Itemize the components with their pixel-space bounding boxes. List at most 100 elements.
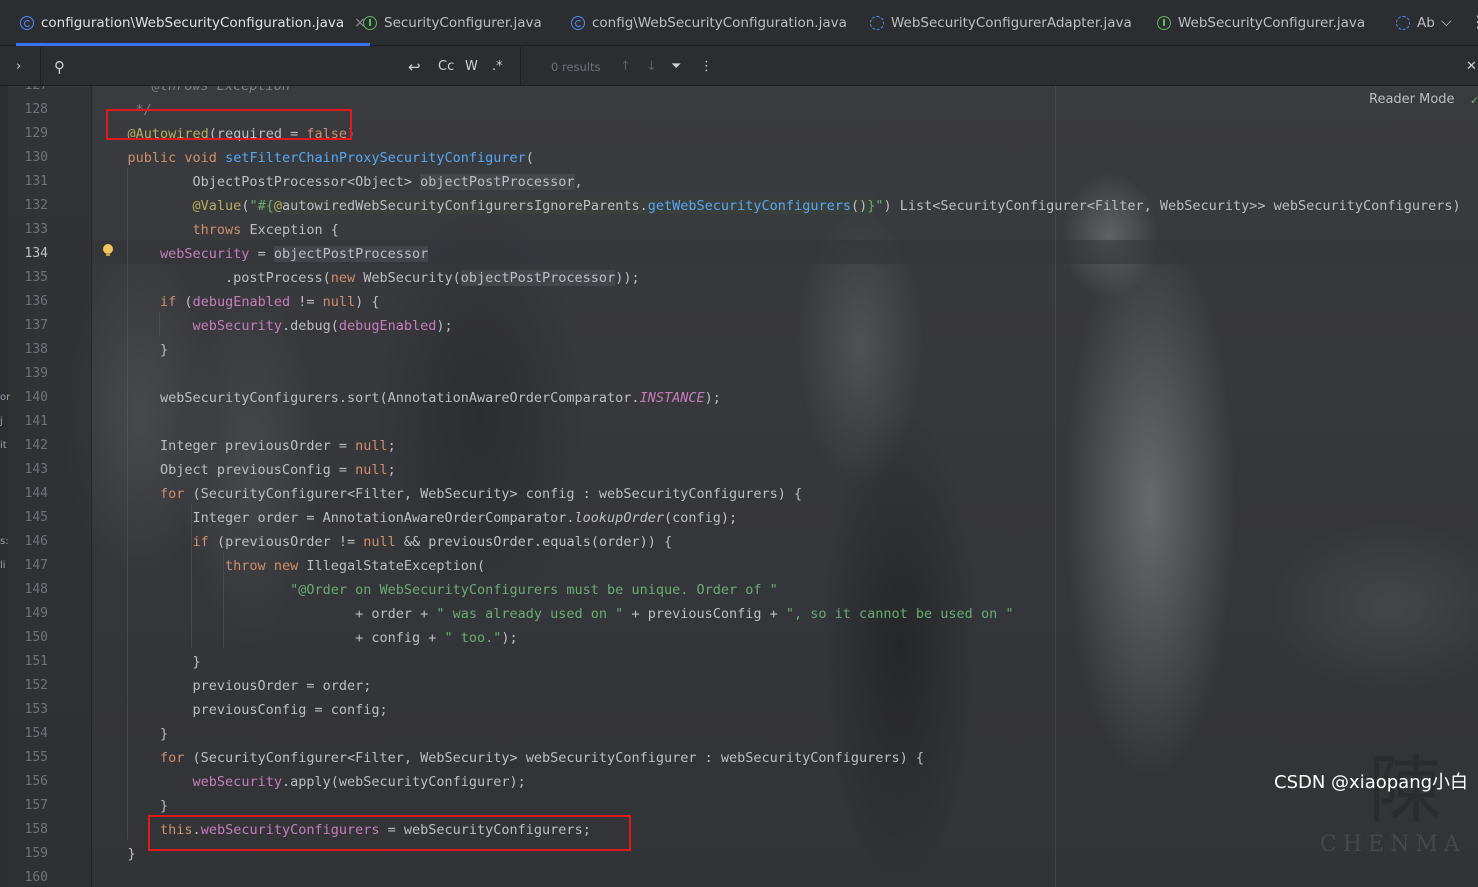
code-line-148: "@Order on WebSecurityConfigurers must b…	[290, 582, 778, 598]
line-number: 135	[24, 270, 48, 285]
next-occurrence-icon[interactable]: ↓	[646, 47, 657, 86]
code-line-145: Integer order = AnnotationAwareOrderComp…	[95, 510, 738, 526]
line-number: 147	[24, 558, 48, 573]
line-number: 136	[24, 294, 48, 309]
code-line-131: ObjectPostProcessor<Object> objectPostPr…	[95, 174, 583, 190]
class-icon	[20, 16, 34, 30]
divider	[40, 47, 41, 86]
line-number: 139	[24, 366, 48, 381]
expand-chevron-icon[interactable]: ›	[16, 47, 21, 86]
line-number: 130	[24, 150, 48, 165]
line-number: 149	[24, 606, 48, 621]
filter-icon[interactable]: ⏷	[671, 47, 681, 86]
tab-overflow-partial[interactable]: Ab	[1396, 0, 1435, 46]
regex-toggle[interactable]: .*	[492, 47, 503, 86]
code-line-136: if (debugEnabled != null) {	[160, 294, 380, 310]
line-number: 128	[24, 102, 48, 117]
line-number: 129	[24, 126, 48, 141]
line-number: 154	[24, 726, 48, 741]
match-case-toggle[interactable]: Cc	[438, 47, 454, 86]
line-number: 152	[24, 678, 48, 693]
code-line-143: Object previousConfig = null;	[95, 462, 396, 478]
line-number: 133	[24, 222, 48, 237]
code-editor[interactable]: or j it s: li Reader Mode ✓ 127128129130…	[0, 86, 1478, 887]
line-number: 153	[24, 702, 48, 717]
line-number: 157	[24, 798, 48, 813]
tab-label: WebSecurityConfigurerAdapter.java	[891, 15, 1132, 31]
tab-websecurityconfigurer[interactable]: WebSecurityConfigurer.java	[1157, 0, 1365, 46]
tab-websecurityconfigureradapter[interactable]: WebSecurityConfigurerAdapter.java	[870, 0, 1132, 46]
line-number: 143	[24, 462, 48, 477]
more-icon[interactable]: ⋮	[1470, 12, 1478, 31]
code-line-137: webSecurity.debug(debugEnabled);	[192, 318, 453, 334]
code-line-150: + config + " too.");	[95, 630, 518, 646]
line-number: 160	[24, 870, 48, 885]
clipped-text: li	[0, 560, 6, 571]
class-icon	[571, 16, 585, 30]
line-number: 142	[24, 438, 48, 453]
code-line-152: previousOrder = order;	[95, 678, 372, 694]
line-number: 150	[24, 630, 48, 645]
clipped-text: it	[0, 440, 7, 451]
reader-mode-button[interactable]: Reader Mode	[1369, 92, 1455, 107]
words-toggle[interactable]: W	[465, 47, 478, 86]
line-number: 148	[24, 582, 48, 597]
line-number: 140	[24, 390, 48, 405]
code-line-127: * @throws Exception	[95, 86, 291, 94]
previous-occurrence-icon[interactable]: ↑	[620, 47, 631, 86]
code-line-144: for (SecurityConfigurer<Filter, WebSecur…	[160, 486, 803, 502]
line-number: 141	[24, 414, 48, 429]
highlight-box-assignment	[148, 815, 631, 851]
highlight-box-autowired	[106, 109, 352, 140]
tab-config-websecurityconfiguration[interactable]: config\WebSecurityConfiguration.java	[571, 0, 847, 46]
abstract-class-icon	[1396, 16, 1410, 30]
code-line-146: if (previousOrder != null && previousOrd…	[192, 534, 673, 550]
abstract-class-icon	[870, 16, 884, 30]
tab-label: WebSecurityConfigurer.java	[1178, 15, 1366, 31]
code-line-151: }	[95, 654, 201, 670]
line-number: 134	[24, 246, 48, 261]
code-line-153: previousConfig = config;	[95, 702, 388, 718]
line-number: 146	[24, 534, 48, 549]
close-icon[interactable]: ✕	[1466, 47, 1477, 86]
left-tool-strip	[0, 86, 8, 887]
tab-label: config\WebSecurityConfiguration.java	[592, 15, 847, 31]
tab-securityconfigurer[interactable]: SecurityConfigurer.java	[363, 0, 542, 46]
code-line-159: }	[95, 846, 136, 862]
search-icon[interactable]: ⚲	[54, 47, 65, 86]
clipped-text: j	[0, 416, 3, 427]
line-number: 127	[8, 86, 48, 98]
line-number: 155	[24, 750, 48, 765]
tab-label: SecurityConfigurer.java	[384, 15, 542, 31]
tab-label: Ab	[1417, 15, 1435, 31]
line-number: 158	[24, 822, 48, 837]
new-line-icon[interactable]: ↩	[408, 47, 421, 86]
code-line-142: Integer previousOrder = null;	[95, 438, 396, 454]
code-line-134: webSecurity = objectPostProcessor	[160, 246, 429, 262]
line-number: 151	[24, 654, 48, 669]
code-line-138: }	[95, 342, 169, 358]
code-line-140: webSecurityConfigurers.sort(AnnotationAw…	[95, 390, 721, 406]
results-count: 0 results	[551, 59, 601, 74]
code-line-132: @Value("#{@autowiredWebSecurityConfigure…	[192, 198, 1461, 214]
line-number: 145	[24, 510, 48, 525]
interface-icon	[1157, 16, 1171, 30]
code-line-155: for (SecurityConfigurer<Filter, WebSecur…	[160, 750, 925, 766]
code-line-154: }	[95, 726, 169, 742]
tab-label: configuration\WebSecurityConfiguration.j…	[41, 15, 345, 31]
code-line-135: .postProcess(new WebSecurity(objectPostP…	[95, 270, 640, 286]
tab-configuration-websecurityconfiguration[interactable]: configuration\WebSecurityConfiguration.j…	[16, 0, 370, 46]
line-number: 137	[24, 318, 48, 333]
code-line-130: public void setFilterChainProxySecurityC…	[127, 150, 534, 166]
code-line-156: webSecurity.apply(webSecurityConfigurer)…	[192, 774, 526, 790]
editor-tab-bar: configuration\WebSecurityConfiguration.j…	[0, 0, 1478, 46]
code-line-133: throws Exception {	[192, 222, 339, 238]
watermark: CSDN @xiaopang小白	[1274, 772, 1469, 793]
chevron-down-icon[interactable]: ⌵	[1441, 14, 1452, 30]
line-number: 131	[24, 174, 48, 189]
line-number: 138	[24, 342, 48, 357]
find-bar: › ⚲ ↩ Cc W .* 0 results ↑ ↓ ⏷ ⋮ ✕	[0, 47, 1478, 86]
more-options-icon[interactable]: ⋮	[700, 47, 713, 86]
line-number: 159	[24, 846, 48, 861]
code-line-147: throw new IllegalStateException(	[225, 558, 486, 574]
